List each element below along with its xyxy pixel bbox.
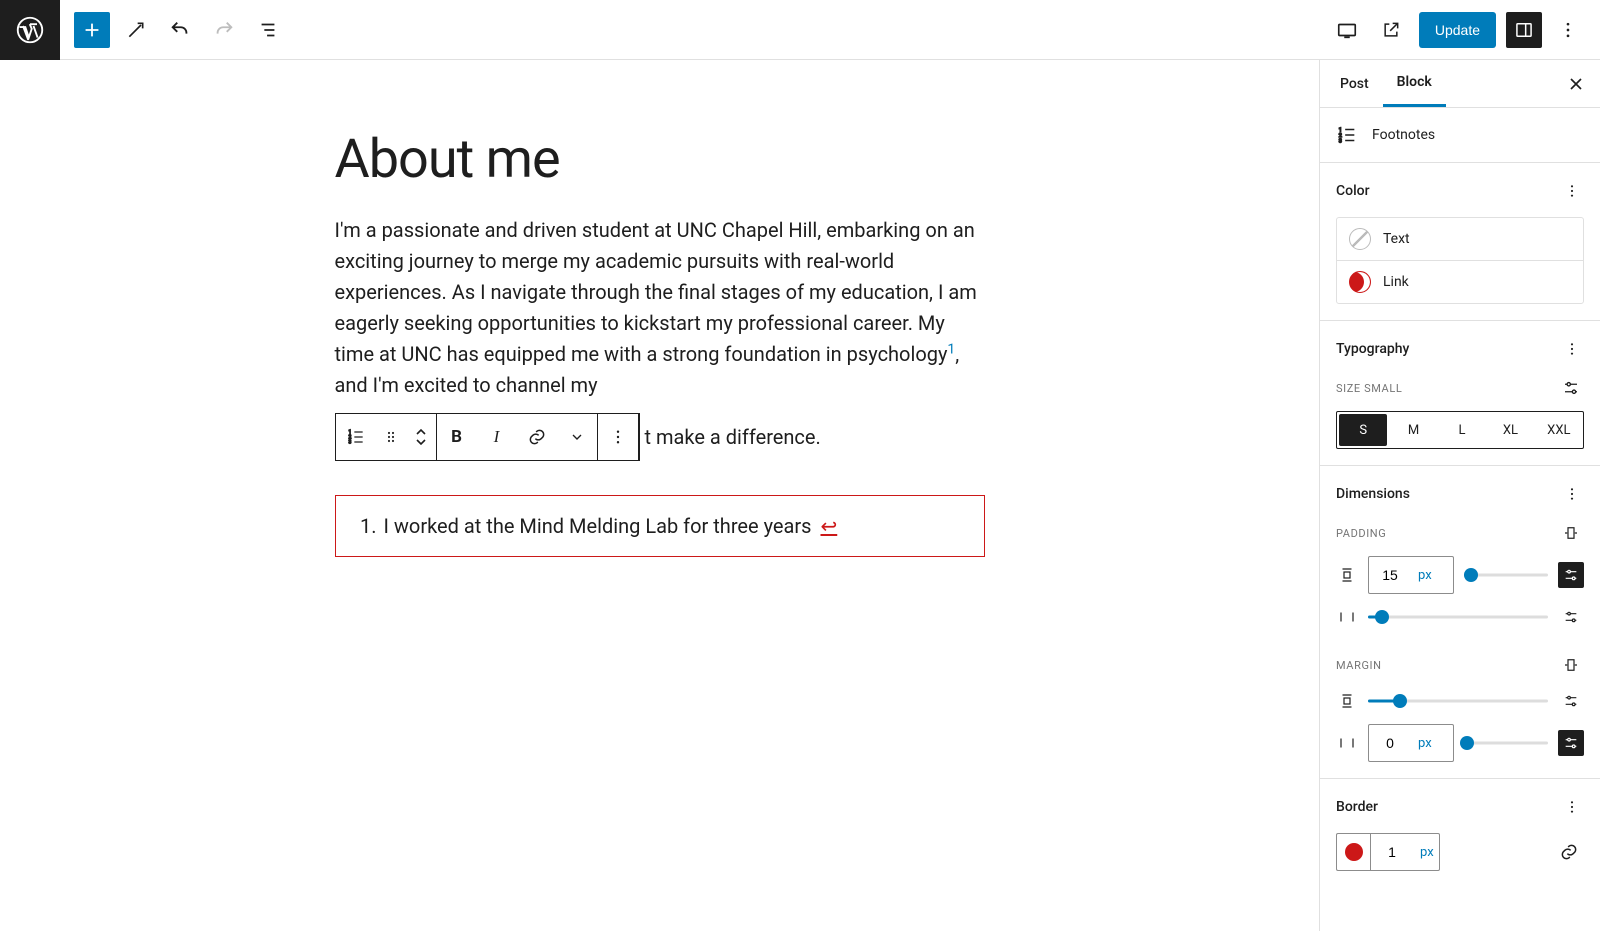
footnote-item-1[interactable]: I worked at the Mind Melding Lab for thr… <box>382 514 960 538</box>
padding-value-input[interactable]: px <box>1368 556 1454 594</box>
tab-block[interactable]: Block <box>1383 60 1446 107</box>
padding-unlink-button[interactable] <box>1558 520 1584 546</box>
border-width-field[interactable] <box>1371 843 1413 861</box>
panel-dimensions-heading: Dimensions <box>1336 486 1410 502</box>
dimensions-options-button[interactable] <box>1560 482 1584 506</box>
undo-button[interactable] <box>162 12 198 48</box>
padding-range[interactable] <box>1464 565 1548 585</box>
color-text-label: Text <box>1383 231 1410 247</box>
panel-typography-heading: Typography <box>1336 341 1409 357</box>
size-btn-s[interactable]: S <box>1339 414 1387 446</box>
color-link-label: Link <box>1383 274 1409 290</box>
panel-color-heading: Color <box>1336 183 1370 199</box>
margin-value-field[interactable] <box>1369 734 1411 752</box>
tab-post[interactable]: Post <box>1326 60 1383 107</box>
panel-border: Border px <box>1320 779 1600 887</box>
color-text-row[interactable]: Text <box>1337 218 1583 260</box>
padding-h-range[interactable] <box>1368 607 1548 627</box>
margin-value-input[interactable]: px <box>1368 724 1454 762</box>
panel-color: Color Text Link <box>1320 163 1600 321</box>
border-link-sides-button[interactable] <box>1554 842 1584 862</box>
italic-button[interactable]: I <box>477 414 517 460</box>
svg-text:3: 3 <box>348 440 351 446</box>
svg-text:3: 3 <box>1339 138 1342 144</box>
margin-v-range[interactable] <box>1368 691 1548 711</box>
margin-vertical-icon <box>1336 690 1358 712</box>
padding-h-custom-button[interactable] <box>1558 604 1584 630</box>
move-up-down[interactable] <box>406 414 436 460</box>
editor-canvas[interactable]: About me I'm a passionate and driven stu… <box>0 60 1319 931</box>
padding-unit[interactable]: px <box>1411 568 1438 583</box>
wordpress-logo[interactable] <box>0 0 60 60</box>
view-button[interactable] <box>1329 12 1365 48</box>
footnotes-block[interactable]: I worked at the Mind Melding Lab for thr… <box>335 495 985 557</box>
border-options-button[interactable] <box>1560 795 1584 819</box>
border-unit[interactable]: px <box>1413 845 1440 860</box>
size-label: SIZE <box>1336 382 1361 395</box>
border-color-swatch[interactable] <box>1336 833 1370 871</box>
footnote-text: I worked at the Mind Melding Lab for thr… <box>384 514 812 538</box>
panel-border-heading: Border <box>1336 799 1378 815</box>
editor-top-bar: Update <box>0 0 1600 60</box>
margin-h-custom-button[interactable] <box>1558 730 1584 756</box>
footnote-backlink-icon[interactable]: ↩ <box>820 514 837 538</box>
link-button[interactable] <box>517 414 557 460</box>
margin-h-range[interactable] <box>1464 733 1548 753</box>
padding-custom-button[interactable] <box>1558 562 1584 588</box>
padding-label: PADDING <box>1336 527 1386 540</box>
size-custom-button[interactable] <box>1558 375 1584 401</box>
margin-v-custom-button[interactable] <box>1558 688 1584 714</box>
panel-dimensions: Dimensions PADDING px <box>1320 466 1600 779</box>
color-options-button[interactable] <box>1560 179 1584 203</box>
border-width-input[interactable]: px <box>1370 833 1440 871</box>
redo-button[interactable] <box>206 12 242 48</box>
margin-horizontal-icon <box>1336 732 1358 754</box>
size-btn-xl[interactable]: XL <box>1486 412 1534 448</box>
size-value: SMALL <box>1364 382 1402 395</box>
padding-value-field[interactable] <box>1369 566 1411 584</box>
padding-vertical-icon <box>1336 564 1358 586</box>
settings-sidebar: Post Block 123 Footnotes Color <box>1319 60 1600 931</box>
block-type-header: 123 Footnotes <box>1320 108 1600 163</box>
paragraph-overflow-text: t make a difference. <box>639 425 821 449</box>
post-title[interactable]: About me <box>335 130 985 189</box>
margin-unlink-button[interactable] <box>1558 652 1584 678</box>
size-btn-l[interactable]: L <box>1438 412 1486 448</box>
size-btn-xxl[interactable]: XXL <box>1535 412 1583 448</box>
link-color-swatch <box>1349 271 1371 293</box>
size-btn-m[interactable]: M <box>1389 412 1437 448</box>
padding-horizontal-icon <box>1336 606 1358 628</box>
panel-typography: Typography SIZE SMALL S M L XL XXL <box>1320 321 1600 466</box>
font-size-group: S M L XL XXL <box>1336 411 1584 449</box>
paragraph-text-before: I'm a passionate and driven student at U… <box>335 218 977 366</box>
bold-button[interactable]: B <box>437 414 477 460</box>
update-button[interactable]: Update <box>1419 12 1496 48</box>
options-menu-button[interactable] <box>1550 12 1586 48</box>
margin-unit[interactable]: px <box>1411 736 1438 751</box>
document-overview-button[interactable] <box>250 12 286 48</box>
settings-sidebar-toggle[interactable] <box>1506 12 1542 48</box>
typography-options-button[interactable] <box>1560 337 1584 361</box>
margin-label: MARGIN <box>1336 659 1382 672</box>
sidebar-tabs: Post Block <box>1320 60 1600 108</box>
close-sidebar-button[interactable] <box>1558 66 1594 102</box>
drag-handle[interactable] <box>376 414 406 460</box>
text-color-swatch <box>1349 228 1371 250</box>
list-type-button[interactable]: 123 <box>336 414 376 460</box>
more-rich-text-button[interactable] <box>557 414 597 460</box>
post-paragraph[interactable]: I'm a passionate and driven student at U… <box>335 215 985 401</box>
color-link-row[interactable]: Link <box>1337 260 1583 303</box>
block-toolbar: 123 B I <box>335 413 640 461</box>
block-inserter-button[interactable] <box>74 12 110 48</box>
block-options-button[interactable] <box>598 414 638 460</box>
external-preview-button[interactable] <box>1373 12 1409 48</box>
block-type-label: Footnotes <box>1372 127 1435 143</box>
tools-button[interactable] <box>118 12 154 48</box>
footnotes-icon: 123 <box>1336 124 1358 146</box>
